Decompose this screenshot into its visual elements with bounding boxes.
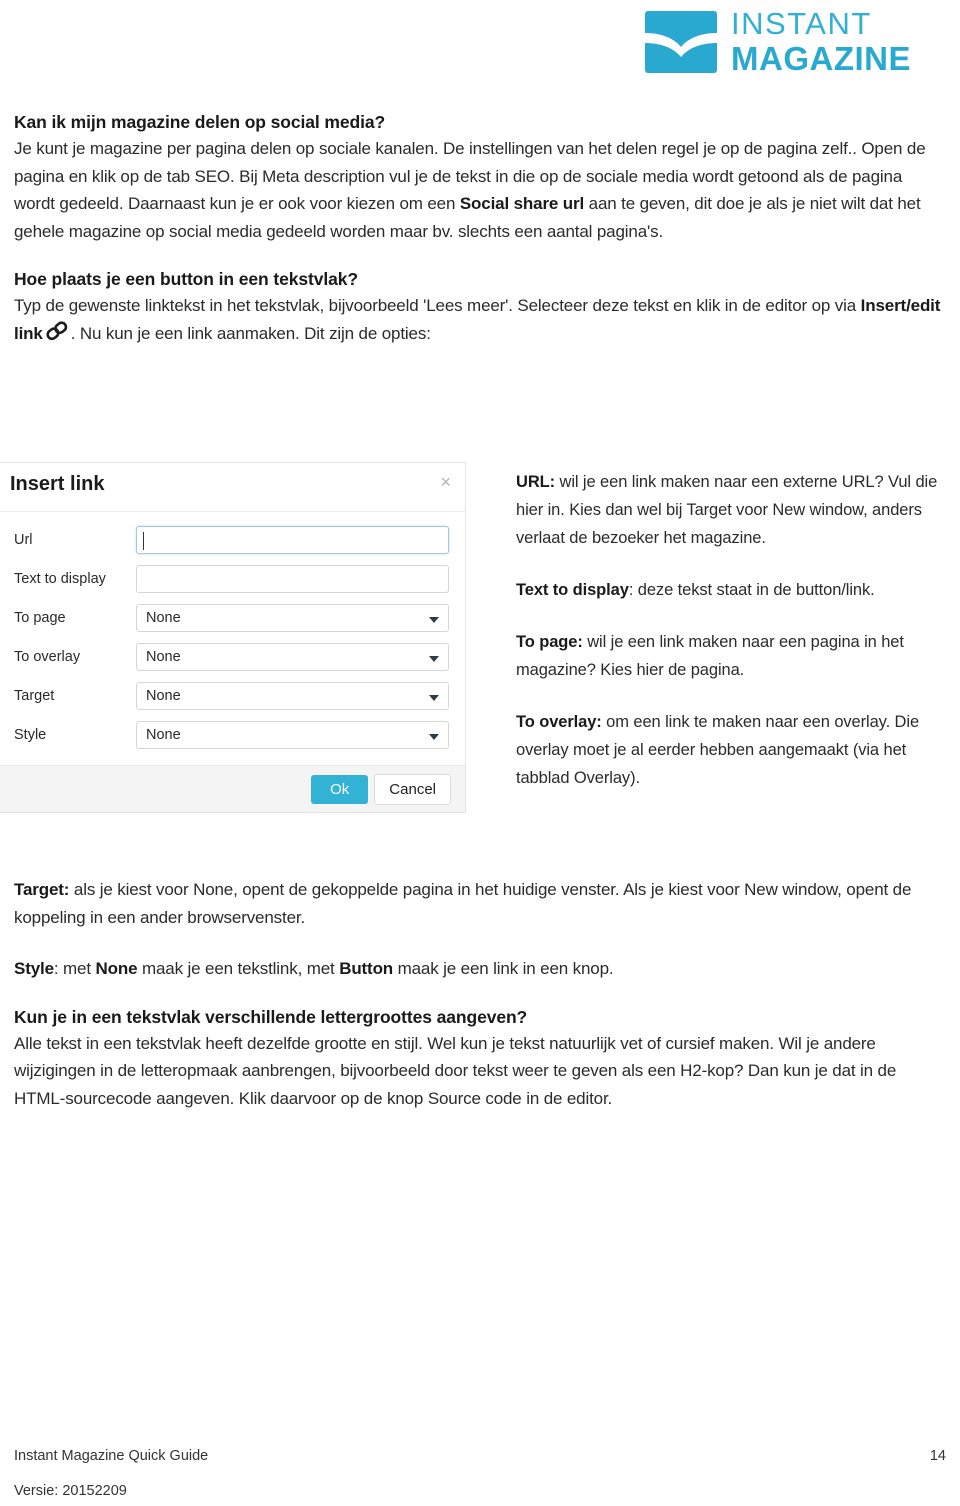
chevron-down-icon <box>429 617 439 623</box>
text-to-display-input[interactable] <box>136 565 449 593</box>
target-text: als je kiest voor None, opent de gekoppe… <box>14 880 912 927</box>
to-overlay-select[interactable]: None <box>136 643 449 671</box>
footer-version: Versie: 20152209 <box>14 1483 127 1499</box>
url-input[interactable] <box>136 526 449 554</box>
note-to-page-term: To page: <box>516 633 583 651</box>
style-bold-none: None <box>95 959 138 978</box>
chain-link-icon <box>45 320 69 351</box>
dialog-title: Insert link <box>10 473 105 495</box>
note-text-to-display-term: Text to display <box>516 581 629 599</box>
label-style: Style <box>14 727 47 743</box>
dialog-header: Insert link × <box>0 463 465 512</box>
form-row-text-to-display: Text to display <box>14 565 449 593</box>
close-icon[interactable]: × <box>440 473 451 491</box>
note-url-text: wil je een link maken naar een externe U… <box>516 473 938 547</box>
logo-text-magazine: MAGAZINE <box>731 40 911 77</box>
style-term: Style <box>14 959 54 978</box>
instant-magazine-logo: INSTANT MAGAZINE <box>645 8 911 75</box>
style-bold-button: Button <box>339 959 394 978</box>
to-page-select[interactable]: None <box>136 604 449 632</box>
target-select[interactable]: None <box>136 682 449 710</box>
chevron-down-icon <box>429 695 439 701</box>
form-row-url: Url <box>14 526 449 554</box>
note-url-term: URL: <box>516 473 556 491</box>
logo-text-instant: INSTANT <box>731 6 872 41</box>
insert-link-dialog: Insert link × Url Text to display To pag… <box>0 462 466 813</box>
heading-share-social-media: Kan ik mijn magazine delen op social med… <box>14 112 386 132</box>
page-header: INSTANT MAGAZINE <box>0 0 960 100</box>
lower-content: Target: als je kiest voor None, opent de… <box>14 876 946 1112</box>
dialog-field-explanations: URL: wil je een link maken naar een exte… <box>516 468 948 792</box>
note-text-to-display: Text to display: deze tekst staat in de … <box>516 576 948 604</box>
style-part1: : met <box>53 959 96 978</box>
style-part3: maak je een link in een knop. <box>393 959 614 978</box>
chevron-down-icon <box>429 656 439 662</box>
paragraph-share-social-media: Je kunt je magazine per pagina delen op … <box>14 135 946 245</box>
label-text-to-display: Text to display <box>14 571 106 587</box>
to-overlay-value: None <box>146 649 181 665</box>
to-page-value: None <box>146 610 181 626</box>
text-caret <box>143 532 144 550</box>
paragraph-lettergroottes: Alle tekst in een tekstvlak heeft dezelf… <box>14 1033 897 1108</box>
note-text-to-display-text: : deze tekst staat in de button/link. <box>628 581 875 599</box>
note-to-overlay: To overlay: om een link te maken naar ee… <box>516 708 948 792</box>
form-row-target: Target None <box>14 682 449 710</box>
ok-button[interactable]: Ok <box>311 774 369 804</box>
note-url: URL: wil je een link maken naar een exte… <box>516 468 948 552</box>
target-term: Target: <box>14 880 70 899</box>
form-row-to-overlay: To overlay None <box>14 643 449 671</box>
heading-button-in-tekstvlak: Hoe plaats je een button in een tekstvla… <box>14 269 358 289</box>
heading-lettergroottes: Kun je in een tekstvlak verschillende le… <box>14 1006 528 1027</box>
dialog-body: Url Text to display To page None To over… <box>0 512 465 765</box>
dialog-footer: Ok Cancel <box>0 765 465 812</box>
label-target: Target <box>14 688 55 704</box>
note-to-overlay-term: To overlay: <box>516 713 602 731</box>
style-value: None <box>146 727 181 743</box>
s1-bold-social-share-url: Social share url <box>459 194 585 213</box>
cancel-button[interactable]: Cancel <box>374 773 451 805</box>
label-url: Url <box>14 532 33 548</box>
form-row-to-page: To page None <box>14 604 449 632</box>
paragraph-target: Target: als je kiest voor None, opent de… <box>14 876 946 931</box>
paragraph-button-in-tekstvlak: Typ de gewenste linktekst in het tekstvl… <box>14 292 946 350</box>
chevron-down-icon <box>429 734 439 740</box>
target-value: None <box>146 688 181 704</box>
style-part2: maak je een tekstlink, met <box>137 959 340 978</box>
style-select[interactable]: None <box>136 721 449 749</box>
note-to-page: To page: wil je een link maken naar een … <box>516 628 948 684</box>
s2-text-part1: Typ de gewenste linktekst in het tekstvl… <box>14 296 861 315</box>
label-to-page: To page <box>14 610 66 626</box>
footer-page-number: 14 <box>929 1448 946 1464</box>
footer-row-title: Instant Magazine Quick Guide 14 <box>14 1448 946 1464</box>
label-to-overlay: To overlay <box>14 649 81 665</box>
paragraph-style: Style: met None maak je een tekstlink, m… <box>14 955 946 983</box>
s2-text-part2: . Nu kun je een link aanmaken. Dit zijn … <box>70 323 431 343</box>
footer-doc-title: Instant Magazine Quick Guide <box>14 1448 209 1464</box>
main-content: Kan ik mijn magazine delen op social med… <box>14 112 946 350</box>
open-book-icon <box>645 10 717 73</box>
form-row-style: Style None <box>14 721 449 749</box>
page-footer: Instant Magazine Quick Guide 14 Versie: … <box>14 1448 946 1499</box>
